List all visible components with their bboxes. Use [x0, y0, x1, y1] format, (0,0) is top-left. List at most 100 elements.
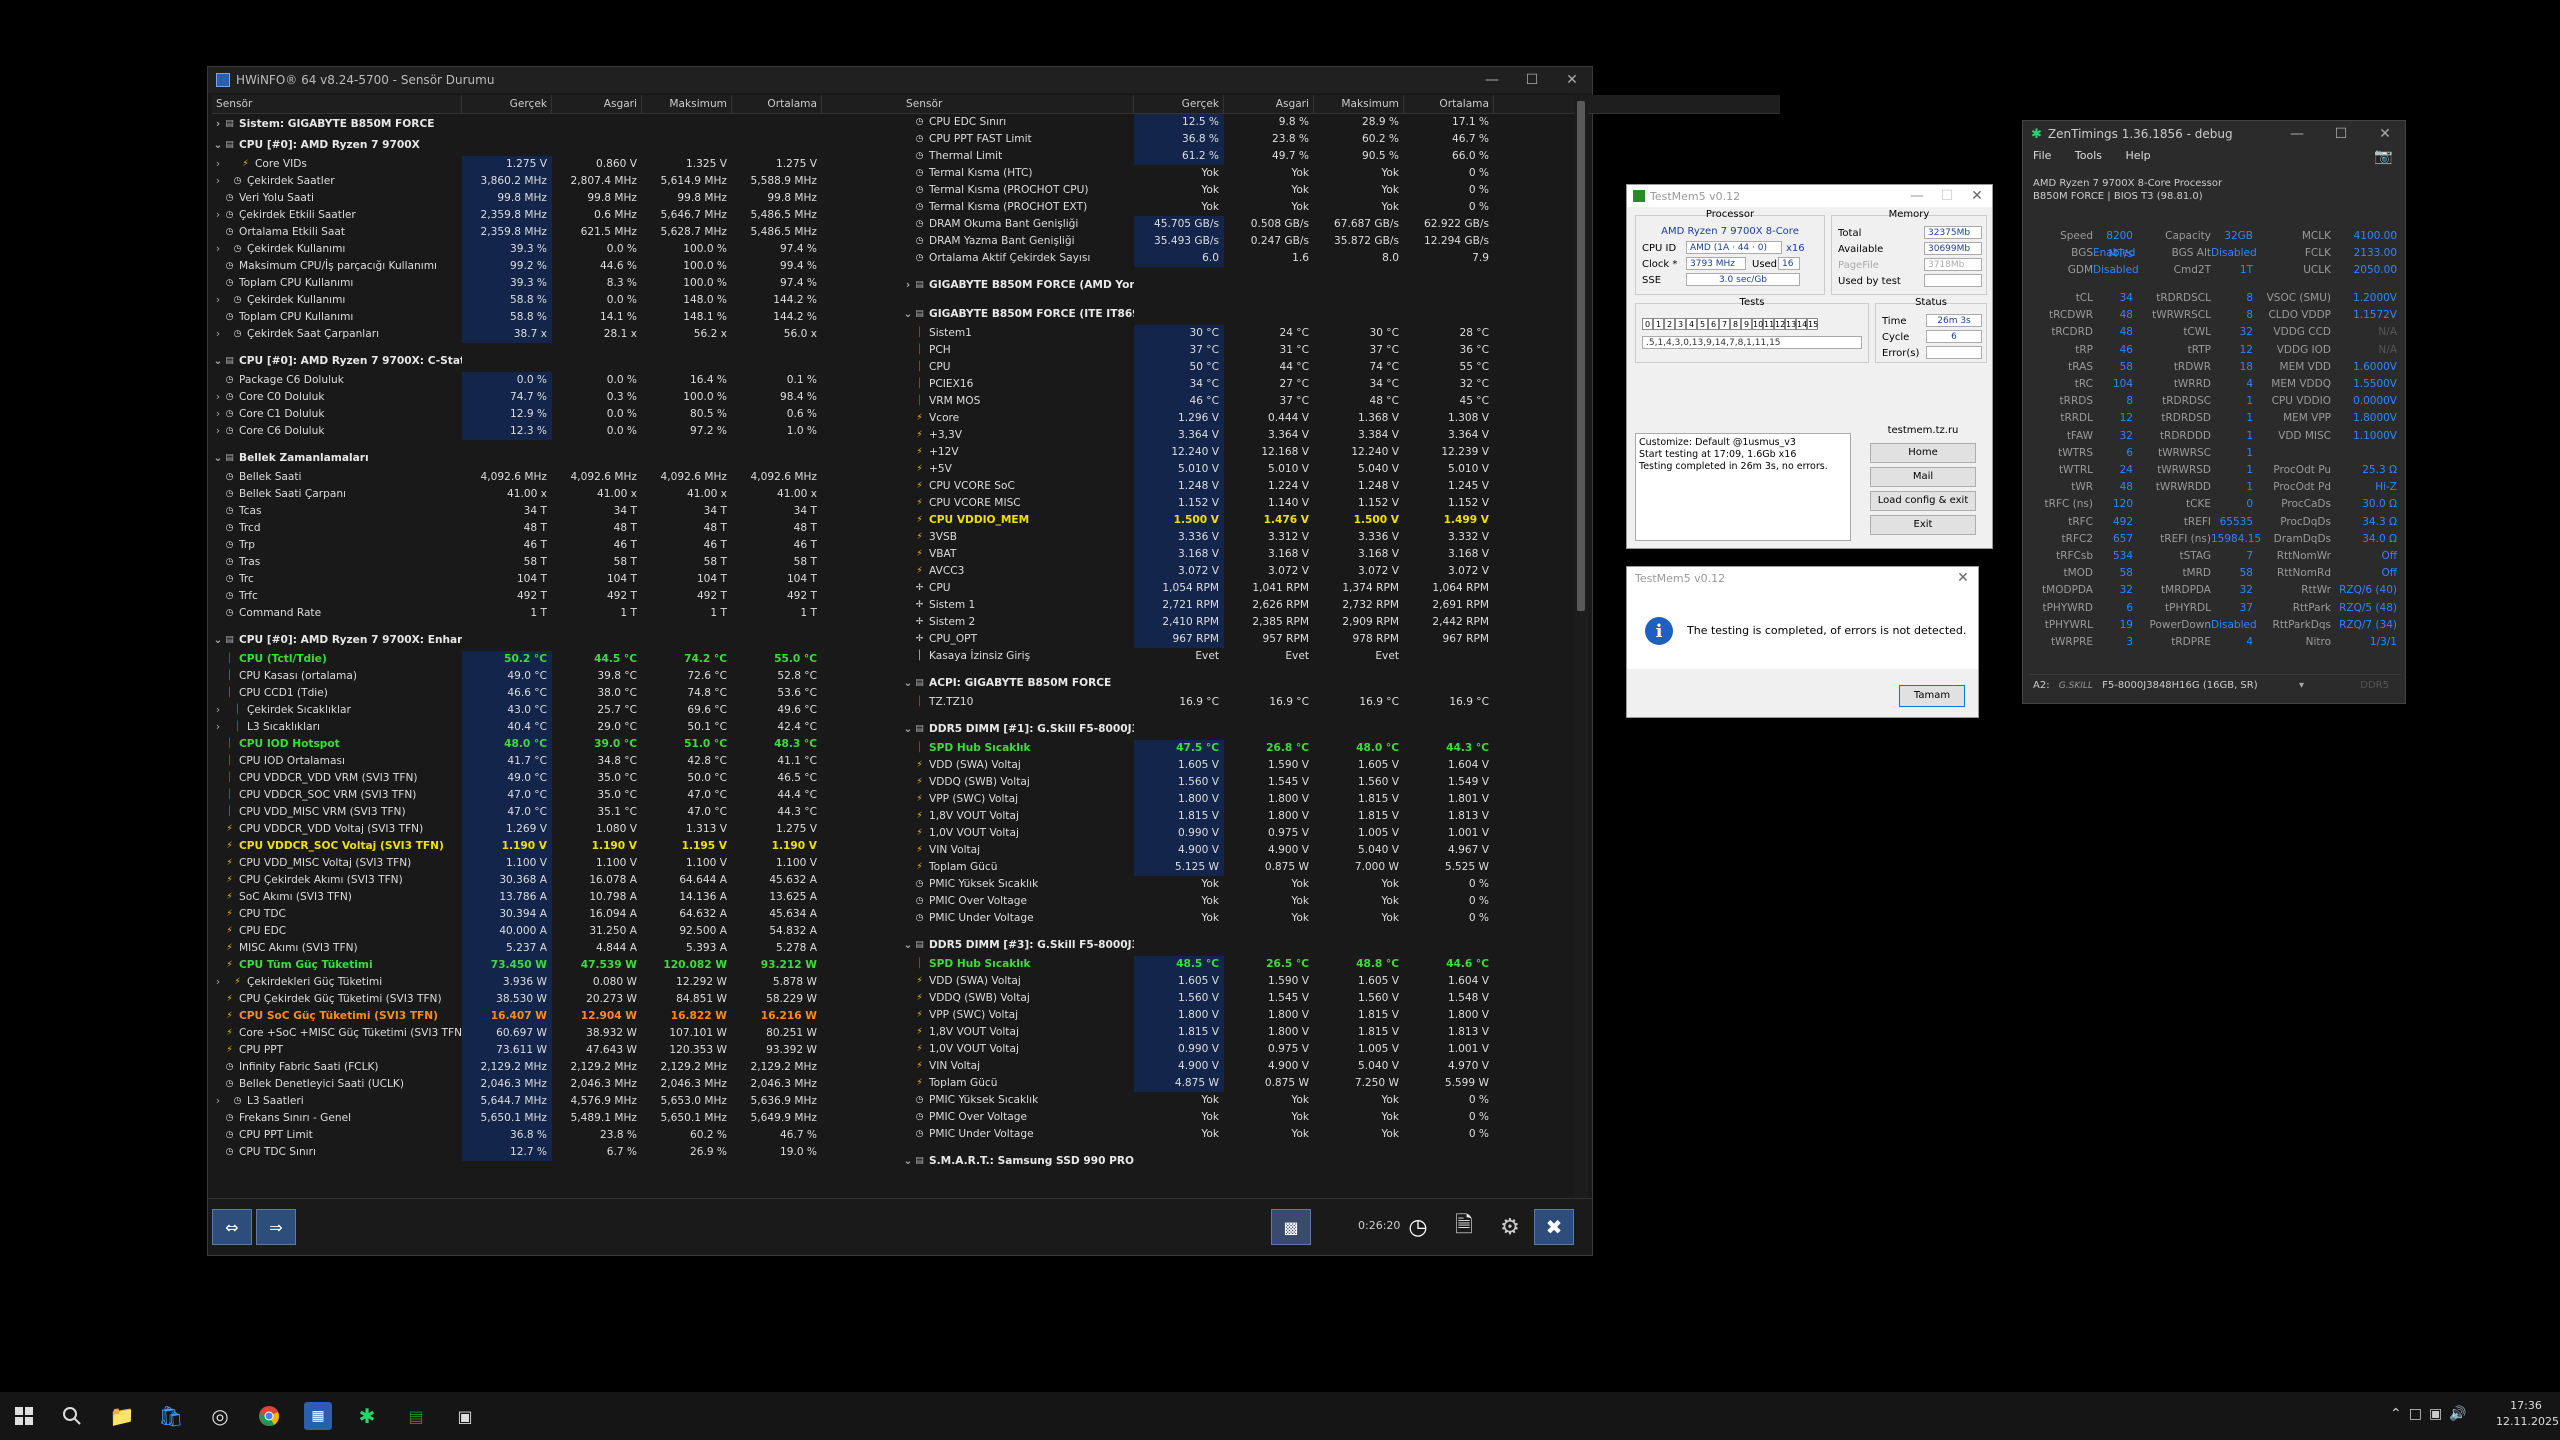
chevron-right-icon[interactable]: ›	[212, 241, 224, 258]
dialog-titlebar[interactable]: TestMem5 v0.12 ✕	[1627, 567, 1978, 589]
maximize-icon[interactable]: ☐	[1512, 67, 1552, 93]
sensor-row[interactable]: ⚡ VDDQ (SWB) Voltaj 1.560 V 1.545 V 1.560 V 1…	[902, 990, 1780, 1007]
exit-button[interactable]: Exit	[1870, 515, 1976, 535]
menu-help[interactable]: Help	[2126, 149, 2151, 162]
clock-reset-icon[interactable]: ◷	[1398, 1209, 1438, 1245]
file-explorer-icon[interactable]: 📁	[108, 1402, 136, 1430]
sensor-row[interactable]: ⚡ Toplam Gücü 5.125 W 0.875 W 7.000 W 5.525 W	[902, 859, 1780, 876]
chevron-right-icon[interactable]: ›	[212, 326, 224, 343]
chevron-down-icon[interactable]: ⌄	[902, 719, 914, 740]
scrollbar-thumb[interactable]	[1577, 101, 1585, 611]
sensor-row[interactable]: ⚡ VDD (SWA) Voltaj 1.605 V 1.590 V 1.605 V 1.…	[902, 757, 1780, 774]
chevron-right-icon[interactable]: ›	[212, 207, 224, 224]
chevron-down-icon[interactable]: ⌄	[902, 1151, 914, 1172]
close-icon[interactable]: ✕	[2365, 121, 2405, 147]
chevron-right-icon[interactable]: ›	[212, 974, 224, 991]
network-icon[interactable]: ▩	[1271, 1209, 1311, 1245]
test-log[interactable]: Customize: Default @1usmus_v3 Start test…	[1635, 433, 1851, 541]
maximize-icon[interactable]: ☐	[2321, 121, 2361, 147]
settings-gear-icon[interactable]: ⚙	[1490, 1209, 1530, 1245]
chrome-icon[interactable]	[255, 1402, 283, 1430]
sensor-row[interactable]: ⚡ 1,8V VOUT Voltaj 1.815 V 1.800 V 1.815 V 1.…	[902, 808, 1780, 825]
sensor-row[interactable]: │ SPD Hub Sıcaklık 47.5 °C 26.8 °C 48.0 °C 44…	[902, 740, 1780, 757]
app-circle-icon[interactable]: ◎	[206, 1402, 234, 1430]
sensor-row[interactable]: ◷ PMIC Over Voltage Yok Yok Yok 0 %	[902, 893, 1780, 910]
store-icon[interactable]: 🛍	[157, 1402, 185, 1430]
column-2[interactable]: Asgari	[552, 95, 642, 113]
chevron-right-icon[interactable]: ›	[212, 406, 224, 423]
chevron-right-icon[interactable]: ›	[212, 389, 224, 406]
minimize-icon[interactable]: —	[1472, 67, 1512, 93]
minimize-icon[interactable]: —	[1902, 185, 1932, 207]
chevron-down-icon[interactable]: ⌄	[212, 448, 224, 469]
sensor-row[interactable]: ◷ PMIC Under Voltage Yok Yok Yok 0 %	[902, 910, 1780, 927]
testmem-taskbar-icon[interactable]: ▤	[402, 1402, 430, 1430]
log-file-icon[interactable]: 🗎	[1444, 1209, 1484, 1245]
ok-button[interactable]: Tamam	[1899, 685, 1965, 707]
chevron-right-icon[interactable]: ›	[212, 292, 224, 309]
chevron-right-icon[interactable]: ›	[212, 719, 224, 736]
expand-columns-icon[interactable]: ⇔	[212, 1209, 252, 1245]
sensor-row[interactable]: ⚡ VPP (SWC) Voltaj 1.800 V 1.800 V 1.815 V 1.…	[902, 791, 1780, 808]
chevron-right-icon[interactable]: ›	[212, 156, 224, 173]
testmem-titlebar[interactable]: TestMem5 v0.12 — ☐ ✕	[1627, 185, 1992, 207]
sensor-row[interactable]: ⚡ VPP (SWC) Voltaj 1.800 V 1.800 V 1.815 V 1.…	[902, 1007, 1780, 1024]
column-1[interactable]: Gerçek	[462, 95, 552, 113]
sensor-row[interactable]: ⚡ 1,8V VOUT Voltaj 1.815 V 1.800 V 1.815 V 1.…	[902, 1024, 1780, 1041]
sensor-row[interactable]: ◷ CPU PPT FAST Limit 36.8 % 23.8 % 60.2 % 46.…	[902, 131, 1780, 148]
column-0[interactable]: Sensör	[212, 95, 462, 113]
chevron-down-icon[interactable]: ⌄	[212, 351, 224, 372]
search-icon[interactable]	[58, 1402, 86, 1430]
maximize-icon[interactable]: ☐	[1932, 185, 1962, 207]
window-taskbar-icon[interactable]: ▣	[451, 1402, 479, 1430]
sensor-row[interactable]: │ SPD Hub Sıcaklık 48.5 °C 26.5 °C 48.8 °C 44…	[902, 956, 1780, 973]
sensor-group-header[interactable]: ⌄▤ S.M.A.R.T.: Samsung SSD 990 PRO 2TB (S…	[902, 1151, 1780, 1172]
chevron-right-icon[interactable]: ›	[212, 1093, 224, 1110]
collapse-columns-icon[interactable]: ⇒	[256, 1209, 296, 1245]
chevron-down-icon[interactable]: ⌄	[902, 935, 914, 956]
sensor-row[interactable]: ◷ CPU EDC Sınırı 12.5 % 9.8 % 28.9 % 17.1 %	[902, 114, 1780, 131]
column-header[interactable]: Sensör Gerçek Asgari Maksimum Ortalama	[902, 95, 1780, 114]
camera-icon[interactable]: 📷	[2374, 147, 2393, 165]
sensor-row[interactable]: ◷ Thermal Limit 61.2 % 49.7 % 90.5 % 66.0 %	[902, 148, 1780, 165]
dimm-selector[interactable]: A2: G.SKILL F5-8000J3848H16G (16GB, SR) …	[2029, 674, 2401, 697]
start-windows-icon[interactable]	[10, 1402, 38, 1430]
sensor-row[interactable]: ⚡ VDD (SWA) Voltaj 1.605 V 1.590 V 1.605 V 1.…	[902, 973, 1780, 990]
hwinfo-taskbar-icon[interactable]: ▦	[304, 1402, 332, 1430]
column-2[interactable]: Asgari	[1224, 95, 1314, 113]
sensor-group-header[interactable]: ⌄▤ DDR5 DIMM [#3]: G.Skill F5-8000J3848H1…	[902, 935, 1780, 956]
mail-button[interactable]: Mail	[1870, 467, 1976, 487]
sensor-row[interactable]: ◷ PMIC Over Voltage Yok Yok Yok 0 %	[902, 1109, 1780, 1126]
sensor-row[interactable]: ◷ PMIC Under Voltage Yok Yok Yok 0 %	[902, 1126, 1780, 1143]
column-4[interactable]: Ortalama	[1404, 95, 1494, 113]
scrollbar-right[interactable]	[1574, 95, 1588, 1200]
sensor-row[interactable]: ◷ Termal Kısma (HTC) Yok Yok Yok 0 %	[902, 165, 1780, 182]
column-3[interactable]: Maksimum	[1314, 95, 1404, 113]
chevron-right-icon[interactable]: ›	[212, 114, 224, 135]
sensor-row[interactable]: ⚡ VIN Voltaj 4.900 V 4.900 V 5.040 V 4.970 V	[902, 1058, 1780, 1075]
zentimings-taskbar-icon[interactable]: ✱	[353, 1402, 381, 1430]
clock[interactable]: 17:36 12.11.2025	[2496, 1398, 2559, 1430]
sensor-row[interactable]: ⚡ 1,0V VOUT Voltaj 0.990 V 0.975 V 1.005 V 1.…	[902, 1041, 1780, 1058]
close-icon[interactable]: ✕	[1948, 567, 1978, 589]
sensor-group-header[interactable]: ⌄▤ DDR5 DIMM [#1]: G.Skill F5-8000J3848H1…	[902, 719, 1780, 740]
system-tray[interactable]: ⌃ □ ▣ 🔊	[2390, 1406, 2467, 1422]
hwinfo-titlebar[interactable]: HWiNFO® 64 v8.24-5700 - Sensör Durumu — …	[208, 67, 1592, 93]
chevron-down-icon[interactable]: ⌄	[212, 135, 224, 156]
column-3[interactable]: Maksimum	[642, 95, 732, 113]
chevron-right-icon[interactable]: ›	[212, 702, 224, 719]
close-icon[interactable]: ✕	[1552, 67, 1592, 93]
home-button[interactable]: Home	[1870, 443, 1976, 463]
chevron-down-icon[interactable]: ▾	[2299, 675, 2304, 697]
sensor-row[interactable]: ⚡ VIN Voltaj 4.900 V 4.900 V 5.040 V 4.967 V	[902, 842, 1780, 859]
column-1[interactable]: Gerçek	[1134, 95, 1224, 113]
sensor-row[interactable]: ◷ PMIC Yüksek Sıcaklık Yok Yok Yok 0 %	[902, 1092, 1780, 1109]
zentimings-titlebar[interactable]: ✱ ZenTimings 1.36.1856 - debug — ☐ ✕	[2023, 121, 2405, 147]
sensor-row[interactable]: ⚡ VDDQ (SWB) Voltaj 1.560 V 1.545 V 1.560 V 1…	[902, 774, 1780, 791]
close-sensors-icon[interactable]: ✖	[1534, 1209, 1574, 1245]
chevron-right-icon[interactable]: ›	[212, 423, 224, 440]
chevron-down-icon[interactable]: ⌄	[902, 304, 914, 325]
minimize-icon[interactable]: —	[2277, 121, 2317, 147]
column-4[interactable]: Ortalama	[732, 95, 822, 113]
chevron-down-icon[interactable]: ⌄	[212, 630, 224, 651]
